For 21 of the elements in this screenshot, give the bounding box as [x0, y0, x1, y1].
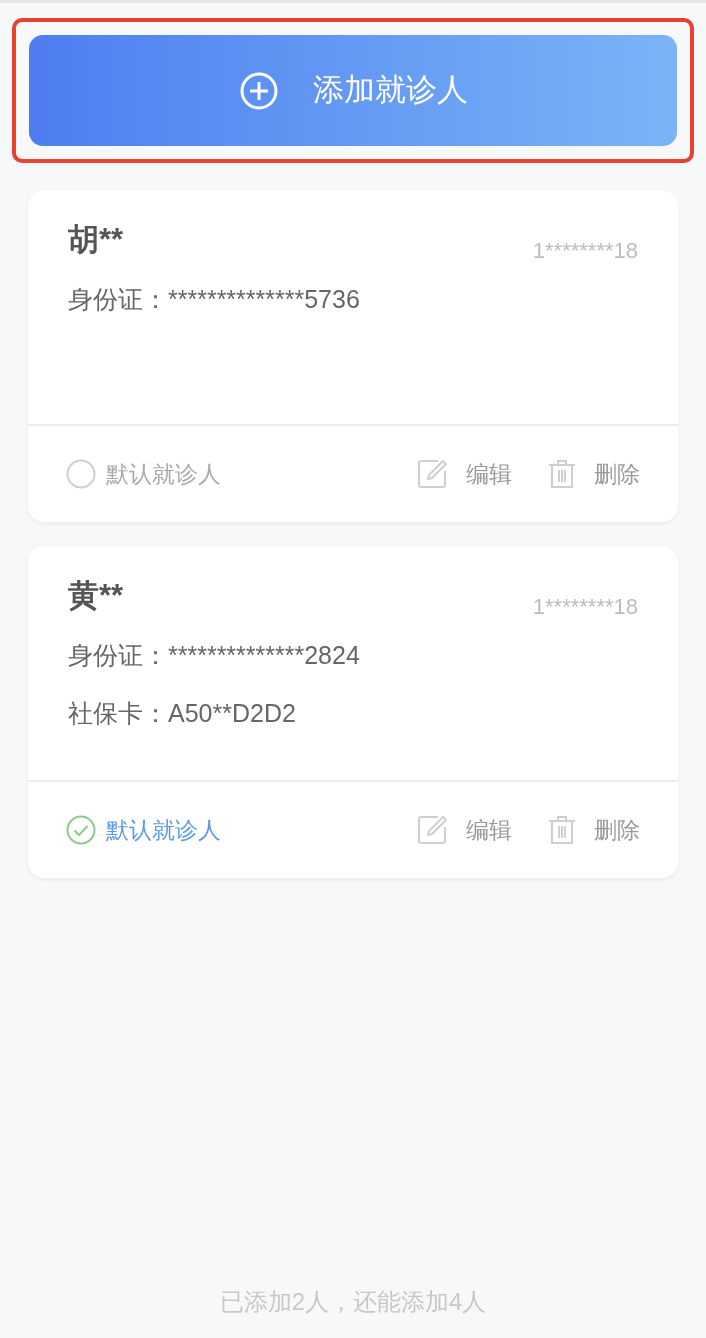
patient-name: 胡**	[68, 221, 124, 259]
pencil-icon	[418, 815, 448, 845]
trash-icon	[548, 459, 576, 489]
radio-circle-icon	[66, 459, 96, 489]
plus-circle-icon	[238, 70, 279, 111]
id-detail: 社保卡：A50**D2D2	[68, 698, 297, 729]
edit-button[interactable]: 编辑	[418, 456, 512, 492]
default-patient-radio[interactable]: 默认就诊人	[66, 812, 221, 848]
id-detail: 身份证：**************5736	[68, 284, 361, 315]
check-circle-icon	[66, 815, 96, 845]
phone-number: 1********18	[532, 593, 638, 621]
trash-icon	[548, 815, 576, 845]
add-patient-button[interactable]: 添加就诊人	[29, 35, 677, 146]
patient-name: 黄**	[68, 577, 124, 615]
delete-button[interactable]: 删除	[548, 456, 640, 492]
default-patient-radio[interactable]: 默认就诊人	[66, 456, 221, 492]
phone-number: 1********18	[532, 237, 638, 265]
id-detail: 身份证：**************2824	[68, 640, 361, 671]
delete-button[interactable]: 删除	[548, 812, 640, 848]
edit-button[interactable]: 编辑	[418, 812, 512, 848]
pencil-icon	[418, 459, 448, 489]
